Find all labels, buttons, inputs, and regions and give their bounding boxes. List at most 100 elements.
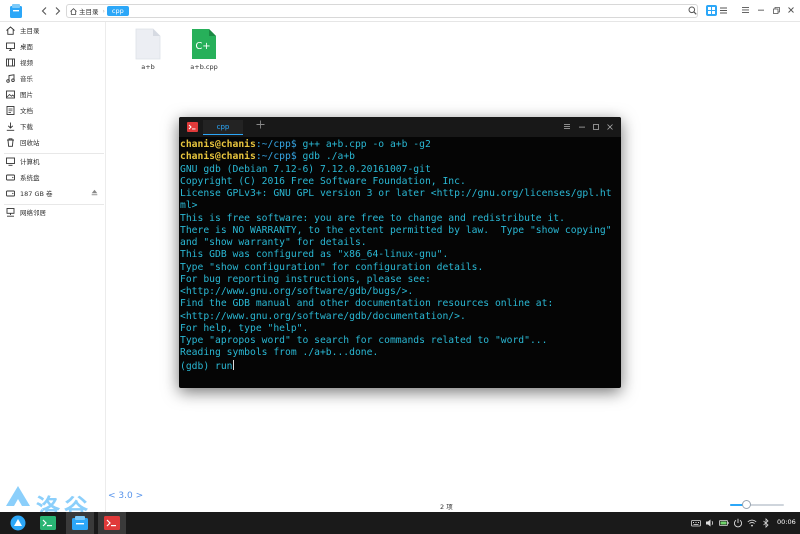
- desktop-icon: [6, 42, 15, 51]
- sidebar-item-videos[interactable]: 视频: [0, 55, 106, 69]
- eject-icon[interactable]: [91, 189, 98, 196]
- maximize-button[interactable]: [771, 5, 781, 15]
- sidebar-item-label: 主目录: [20, 27, 40, 35]
- sidebar-item-music[interactable]: 音乐: [0, 71, 106, 85]
- taskbar-app-deepin-terminal[interactable]: [98, 512, 126, 534]
- sidebar-item-label: 桌面: [20, 43, 33, 51]
- sidebar-item-system-disk[interactable]: 系统盘: [0, 170, 106, 184]
- breadcrumb-home-label: 主目录: [79, 8, 99, 16]
- terminal-line: For help, type "help".: [180, 322, 309, 334]
- new-tab-button[interactable]: [256, 119, 265, 132]
- menu-button[interactable]: [740, 5, 750, 15]
- terminal-line: chanis@chanis:~/cpp$ gdb ./a+b: [180, 151, 620, 163]
- launcher-button[interactable]: [4, 512, 32, 534]
- terminal-output[interactable]: chanis@chanis:~/cpp$ g++ a+b.cpp -o a+b …: [180, 139, 620, 373]
- terminal-minimize-button[interactable]: [577, 122, 586, 131]
- forward-button[interactable]: [52, 5, 64, 17]
- terminal-line: For bug reporting instructions, please s…: [180, 273, 431, 285]
- sidebar-item-label: 音乐: [20, 75, 33, 83]
- title-bar: 主目录 › cpp: [0, 0, 800, 22]
- sidebar-item-label: 187 GB 卷: [20, 190, 53, 198]
- terminal-window: cpp chanis@chanis:~/cpp$ g++ a+b.cpp -o …: [179, 117, 621, 388]
- terminal-line: (gdb) run: [180, 359, 234, 372]
- sidebar-item-home[interactable]: 主目录: [0, 23, 106, 37]
- file-manager-logo-icon: [10, 4, 22, 18]
- restore-icon: [772, 6, 780, 14]
- deepin-terminal-app-icon: [104, 516, 120, 530]
- cpp-file-icon: C+: [192, 29, 216, 59]
- icon-view-button[interactable]: [706, 5, 717, 16]
- terminal-cursor: [232, 359, 234, 370]
- wifi-icon[interactable]: [747, 518, 757, 528]
- terminal-line: Type "show configuration" for configurat…: [180, 261, 484, 273]
- list-view-button[interactable]: [718, 5, 729, 16]
- address-bar[interactable]: 主目录 › cpp: [66, 4, 698, 18]
- bluetooth-icon[interactable]: [761, 518, 771, 528]
- file-name: a+b: [141, 63, 155, 71]
- taskbar-app-file-manager[interactable]: [66, 512, 94, 534]
- sidebar-item-label: 视频: [20, 59, 33, 67]
- maximize-icon: [592, 123, 599, 130]
- chevron-left-icon: [41, 7, 47, 15]
- sidebar-item-desktop[interactable]: 桌面: [0, 39, 106, 53]
- status-item-count: 2 项: [440, 503, 453, 511]
- minimize-icon: [578, 126, 585, 127]
- terminal-line: This is free software: you are free to c…: [180, 212, 565, 224]
- breadcrumb-home[interactable]: 主目录: [67, 6, 103, 16]
- sidebar-item-label: 下载: [20, 123, 33, 131]
- sidebar-item-computer[interactable]: 计算机: [0, 154, 106, 168]
- search-icon[interactable]: [688, 6, 697, 15]
- sidebar-item-label: 文档: [20, 107, 33, 115]
- sidebar-item-trash[interactable]: 回收站: [0, 135, 106, 149]
- terminal-menu-button[interactable]: [562, 122, 571, 131]
- music-icon: [6, 73, 15, 83]
- terminal-line: <http://www.gnu.org/software/gdb/bugs/>.: [180, 286, 414, 297]
- download-icon: [6, 122, 15, 131]
- terminal-maximize-button[interactable]: [591, 122, 600, 131]
- breadcrumb-current[interactable]: cpp: [106, 6, 129, 16]
- battery-icon[interactable]: [719, 518, 729, 528]
- sidebar-item-documents[interactable]: 文档: [0, 103, 106, 117]
- zoom-slider[interactable]: [730, 504, 784, 506]
- terminal-title-bar: cpp: [179, 117, 621, 137]
- tab-cpp[interactable]: cpp: [203, 120, 243, 135]
- breadcrumb-separator: ›: [102, 7, 105, 15]
- minimize-button[interactable]: [756, 5, 766, 15]
- grid-icon: [708, 7, 715, 14]
- file-name: a+b.cpp: [190, 63, 218, 71]
- document-icon: [6, 105, 15, 115]
- file-manager-app-icon: [72, 516, 88, 530]
- volume-icon[interactable]: [705, 518, 715, 528]
- terminal-line: chanis@chanis:~/cpp$ g++ a+b.cpp -o a+b …: [180, 139, 620, 151]
- zoom-slider-handle[interactable]: [741, 500, 751, 509]
- power-icon[interactable]: [733, 518, 743, 528]
- sidebar-item-downloads[interactable]: 下载: [0, 119, 106, 133]
- home-icon: [70, 7, 77, 15]
- terminal-line: and "show warranty" for details.: [180, 237, 367, 248]
- terminal-line: License GPLv3+: GNU GPL version 3 or lat…: [180, 188, 612, 199]
- taskbar-app-terminal[interactable]: [34, 512, 62, 534]
- sidebar-item-label: 回收站: [20, 139, 40, 147]
- hamburger-icon: [741, 7, 749, 13]
- taskbar: [0, 512, 800, 534]
- terminal-line: There is NO WARRANTY, to the extent perm…: [180, 224, 612, 236]
- close-button[interactable]: [786, 5, 796, 15]
- sidebar-item-pictures[interactable]: 图片: [0, 87, 106, 101]
- file-item[interactable]: C+ a+b.cpp: [184, 28, 224, 71]
- chevron-right-icon: [55, 7, 61, 15]
- executable-file-icon: [135, 28, 161, 60]
- keyboard-icon[interactable]: [691, 518, 701, 528]
- terminal-app-icon: [40, 516, 56, 530]
- sidebar-item-network[interactable]: 网络邻居: [0, 205, 106, 219]
- file-item[interactable]: a+b: [128, 28, 168, 71]
- sidebar-item-label: 计算机: [20, 158, 40, 166]
- terminal-close-button[interactable]: [605, 122, 614, 131]
- sidebar-item-volume[interactable]: 187 GB 卷: [0, 186, 106, 200]
- prompt-user: chanis@chanis: [180, 139, 256, 150]
- list-icon: [720, 7, 727, 14]
- terminal-line: GNU gdb (Debian 7.12-6) 7.12.0.20161007-…: [180, 163, 431, 175]
- terminal-line: Reading symbols from ./a+b...done.: [180, 347, 379, 359]
- back-button[interactable]: [38, 5, 50, 17]
- minimize-icon: [758, 9, 764, 11]
- terminal-line: Find the GDB manual and other documentat…: [180, 298, 554, 310]
